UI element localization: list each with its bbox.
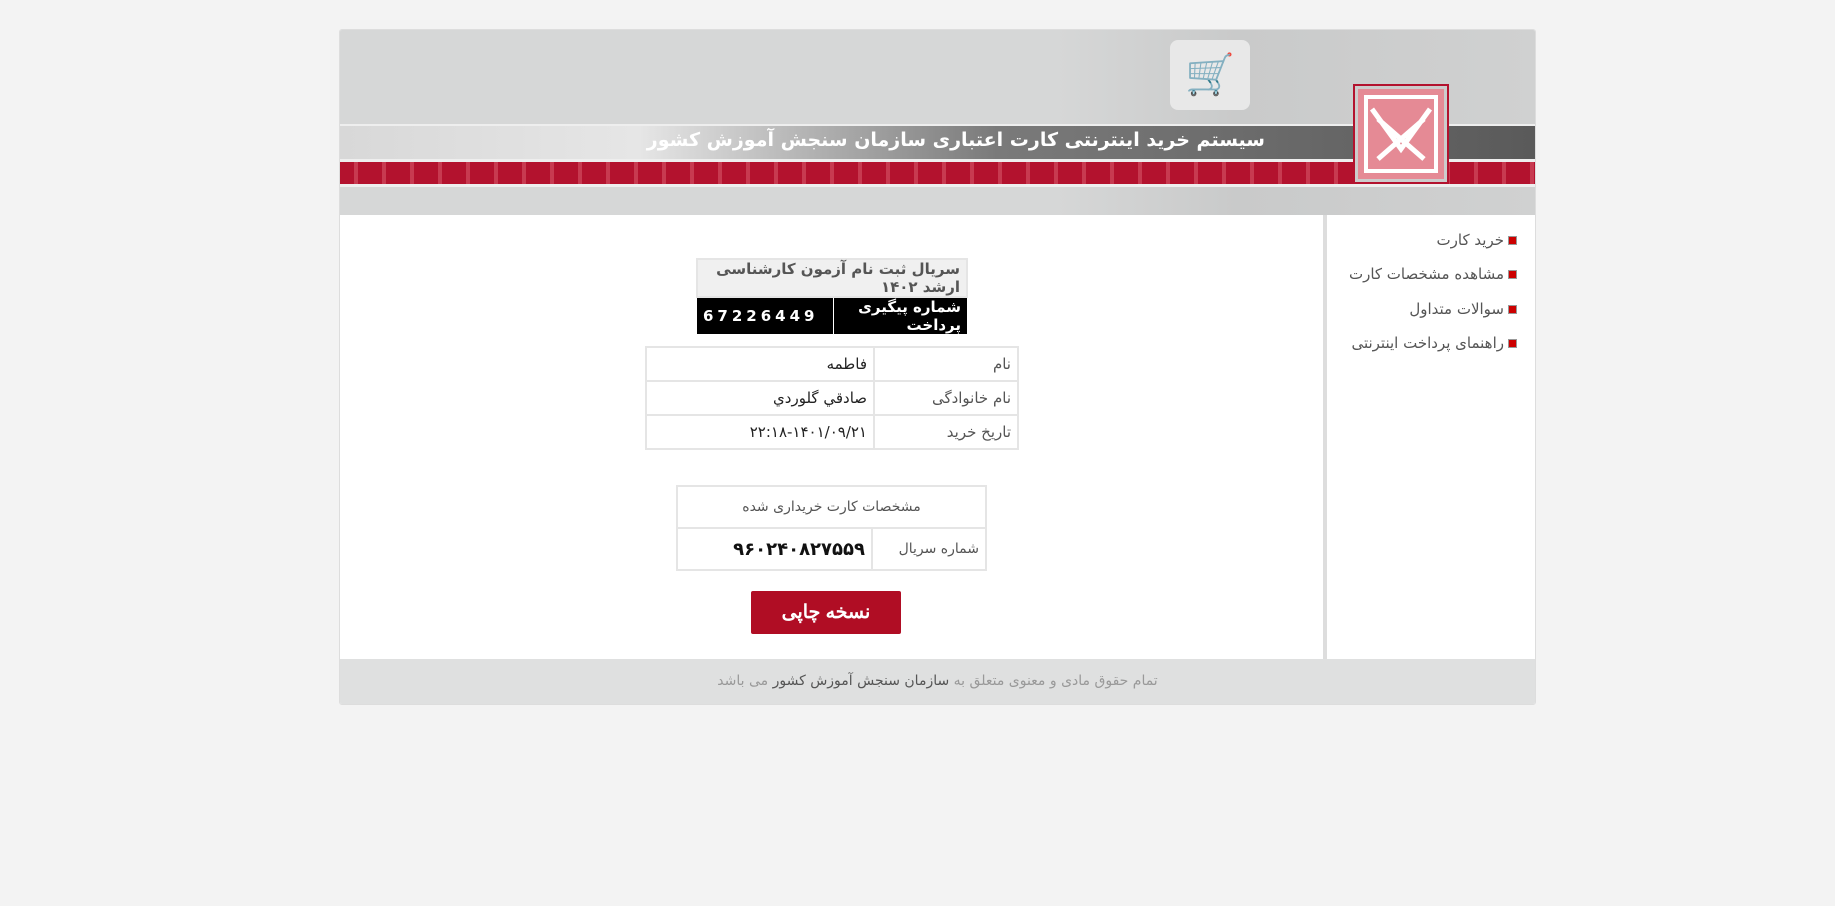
buyer-info-table: نام فاطمه نام خانوادگی صادقي گلوردي تاریخ … [645,346,1019,450]
card-title: مشخصات کارت خریداری شده [676,485,987,529]
sidebar-item-label: مشاهده مشخصات کارت [1348,265,1504,283]
table-row: تاریخ خرید ۲۲:۱۸-۱۴۰۱/۰۹/۲۱ [645,414,1019,450]
footer-text: تمام حقوق مادی و معنوی متعلق به [953,673,1158,689]
row-value: صادقي گلوردي [645,380,875,416]
tracking-number: 67226449 [703,307,819,325]
bullet-icon [1508,339,1517,348]
product-title: سریال ثبت نام آزمون کارشناسی ارشد ۱۴۰۲ [696,258,968,298]
footer-text-end: می باشد [717,673,769,689]
footer: تمام حقوق مادی و معنوی متعلق به سازمان س… [340,659,1535,704]
sidebar: خرید کارت مشاهده مشخصات کارت سوالات متدا… [1323,215,1535,688]
footer-org-link[interactable]: سازمان سنجش آموزش کشور [773,673,950,689]
bullet-icon [1508,270,1517,279]
row-label: نام [873,346,1019,382]
row-label: تاریخ خرید [873,414,1019,450]
bullet-icon [1508,236,1517,245]
organization-logo [1355,86,1447,182]
sidebar-item-faq[interactable]: سوالات متداول [1409,300,1517,318]
sidebar-item-buy-card[interactable]: خرید کارت [1437,231,1517,249]
row-value: فاطمه [645,346,875,382]
serial-label: شماره سریال [871,527,987,571]
site-title: سیستم خرید اینترنتی کارت اعتباری سازمان … [646,129,1265,151]
card-details-table: مشخصات کارت خریداری شده شماره سریال ۹۶۰۲۴… [676,485,987,571]
sidebar-item-label: راهنمای پرداخت اینترنتی [1351,334,1504,352]
row-label: نام خانوادگی [873,380,1019,416]
row-value: ۲۲:۱۸-۱۴۰۱/۰۹/۲۱ [645,414,875,450]
page-container: 🛒 سیستم خرید اینترنتی کارت اعتباری سازما… [339,29,1536,705]
table-row: نام فاطمه [645,346,1019,382]
table-row: نام خانوادگی صادقي گلوردي [645,380,1019,416]
sidebar-item-payment-guide[interactable]: راهنمای پرداخت اینترنتی [1351,334,1517,352]
sidebar-item-label: سوالات متداول [1409,300,1504,318]
header-banner: 🛒 سیستم خرید اینترنتی کارت اعتباری سازما… [340,30,1535,215]
serial-value: ۹۶۰۲۴۰۸۲۷۵۵۹ [676,527,873,571]
sidebar-item-label: خرید کارت [1436,231,1504,249]
tracking-label: شماره پیگیری پرداخت [832,297,967,334]
sidebar-item-view-card[interactable]: مشاهده مشخصات کارت [1349,265,1517,283]
cart-icon: 🛒 [1170,40,1250,110]
bullet-icon [1508,305,1517,314]
print-button[interactable]: نسخه چاپی [751,591,901,634]
tracking-table: سریال ثبت نام آزمون کارشناسی ارشد ۱۴۰۲ ش… [696,258,968,334]
